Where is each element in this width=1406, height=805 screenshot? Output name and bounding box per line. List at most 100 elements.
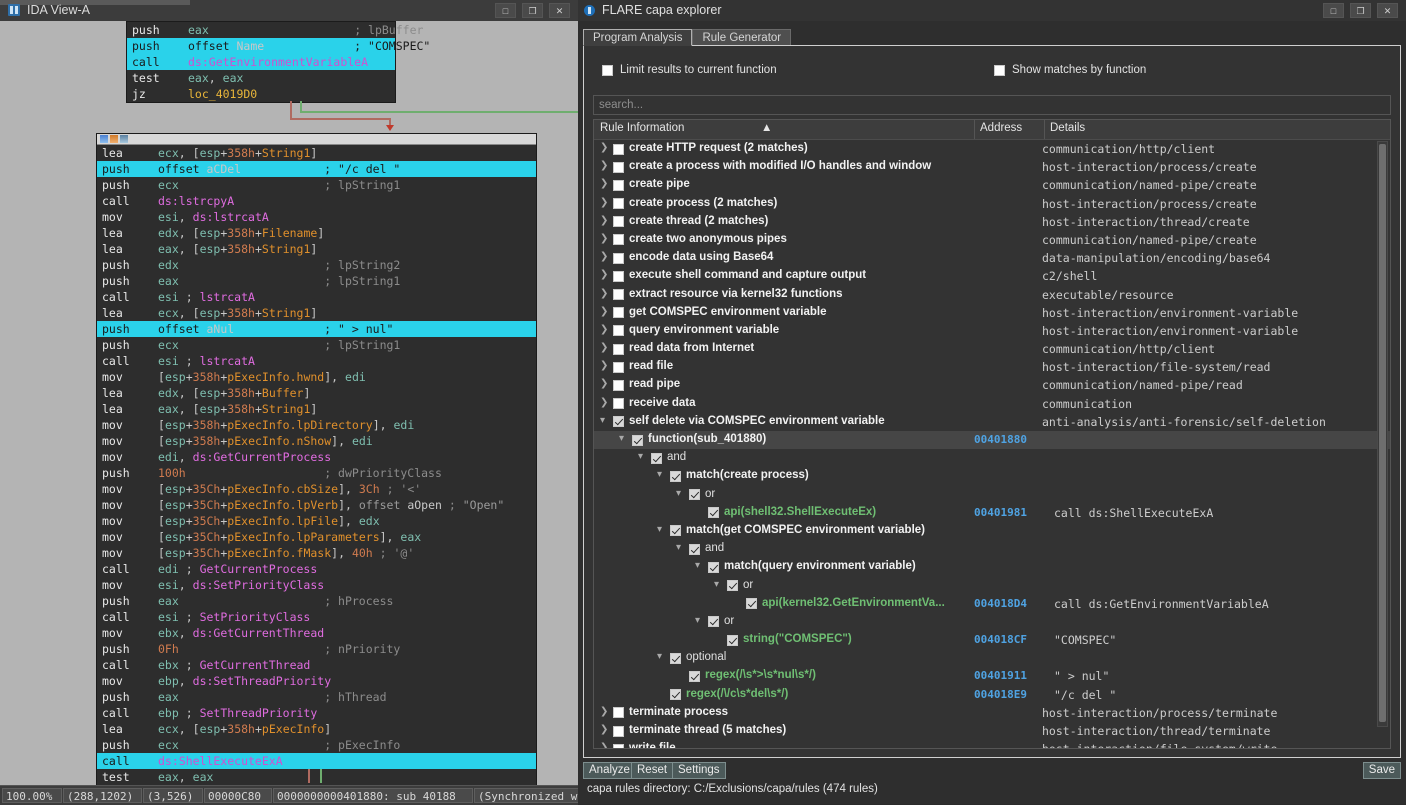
chevron-right-icon[interactable]: ❯ (600, 160, 608, 171)
limit-results-checkbox[interactable]: Limit results to current function (602, 64, 777, 76)
chevron-down-icon[interactable]: ▾ (676, 542, 681, 553)
chevron-right-icon[interactable]: ❯ (600, 197, 608, 208)
search-input[interactable]: search... (593, 95, 1391, 115)
row-checkbox[interactable] (689, 489, 700, 501)
chevron-down-icon[interactable]: ▾ (695, 615, 700, 626)
row-checkbox[interactable] (613, 325, 624, 337)
row-checkbox[interactable] (613, 343, 624, 355)
reset-button[interactable]: Reset (631, 762, 674, 779)
row-checkbox[interactable] (708, 561, 719, 573)
save-button[interactable]: Save (1362, 762, 1401, 779)
chevron-right-icon[interactable]: ❯ (600, 269, 608, 280)
row-checkbox[interactable] (670, 525, 681, 537)
column-header-rule-information[interactable]: Rule Information (600, 122, 684, 134)
row-checkbox[interactable] (727, 634, 738, 646)
row-checkbox[interactable] (613, 379, 624, 391)
table-row[interactable]: ▾ and (594, 449, 1390, 467)
column-header-details[interactable]: Details (1050, 122, 1085, 134)
row-checkbox[interactable] (613, 707, 624, 719)
row-checkbox[interactable] (689, 670, 700, 682)
chevron-down-icon[interactable]: ▾ (657, 651, 662, 662)
row-checkbox[interactable] (613, 270, 624, 282)
row-checkbox[interactable] (670, 652, 681, 664)
table-row[interactable]: ▾ or (594, 613, 1390, 631)
row-checkbox[interactable] (613, 398, 624, 410)
header-divider-1[interactable] (974, 120, 975, 139)
table-row[interactable]: ❯ create pipe communication/named-pipe/cre… (594, 176, 1390, 194)
table-row[interactable]: ❯ write file host-interaction/file-system/… (594, 740, 1390, 748)
table-row[interactable]: ❯ get COMSPEC environment variable host-in… (594, 304, 1390, 322)
table-row[interactable]: ▾ or (594, 486, 1390, 504)
ida-restore-button[interactable]: □ (495, 3, 516, 18)
chevron-right-icon[interactable]: ❯ (600, 306, 608, 317)
table-row[interactable]: ❯ create two anonymous pipes communication… (594, 231, 1390, 249)
rule-tree-rows[interactable]: ❯ create HTTP request (2 matches) communic… (594, 140, 1390, 748)
table-row[interactable]: regex(/\/c\s*del\s*/) 004018E9 "/c del " (594, 686, 1390, 704)
table-row[interactable]: ▾ and (594, 540, 1390, 558)
row-checkbox[interactable] (613, 234, 624, 246)
row-checkbox[interactable] (613, 289, 624, 300)
row-checkbox[interactable] (613, 143, 624, 155)
chevron-down-icon[interactable]: ▾ (619, 433, 624, 444)
graph-node-main[interactable]: lea ecx, [esp+358h+String1] push offset aC… (96, 133, 537, 785)
row-checkbox[interactable] (632, 434, 643, 446)
table-row[interactable]: ❯ read file host-interaction/file-system/r… (594, 358, 1390, 376)
table-row[interactable]: ▾ optional (594, 649, 1390, 667)
row-checkbox[interactable] (613, 725, 624, 737)
table-row[interactable]: ❯ create HTTP request (2 matches) communic… (594, 140, 1390, 158)
table-row[interactable]: api(kernel32.GetEnvironmentVa... 004018D4… (594, 595, 1390, 613)
chevron-down-icon[interactable]: ▾ (714, 579, 719, 590)
row-checkbox[interactable] (670, 689, 681, 701)
row-checkbox[interactable] (708, 616, 719, 628)
table-row[interactable]: api(shell32.ShellExecuteEx) 00401981 call … (594, 504, 1390, 522)
row-checkbox[interactable] (613, 216, 624, 228)
chevron-right-icon[interactable]: ❯ (600, 215, 608, 226)
row-checkbox[interactable] (613, 179, 624, 191)
table-row[interactable]: ▾ match(get COMSPEC environment variable) (594, 522, 1390, 540)
tab-rule-generator[interactable]: Rule Generator (692, 29, 792, 46)
chevron-down-icon[interactable]: ▾ (638, 451, 643, 462)
chevron-right-icon[interactable]: ❯ (600, 288, 608, 299)
chevron-down-icon[interactable]: ▾ (657, 524, 662, 535)
row-checkbox[interactable] (613, 361, 624, 373)
table-row[interactable]: string("COMSPEC") 004018CF "COMSPEC" (594, 631, 1390, 649)
chevron-right-icon[interactable]: ❯ (600, 342, 608, 353)
row-checkbox[interactable] (746, 598, 757, 610)
table-row[interactable]: ▾ or (594, 577, 1390, 595)
ida-close-button[interactable]: ✕ (549, 3, 570, 18)
chevron-right-icon[interactable]: ❯ (600, 360, 608, 371)
table-row[interactable]: ❯ query environment variable host-interact… (594, 322, 1390, 340)
table-row[interactable]: ❯ execute shell command and capture outpu… (594, 267, 1390, 285)
table-row[interactable]: ▾ function(sub_401880) 00401880 (594, 431, 1390, 450)
table-row[interactable]: ▾ match(create process) (594, 467, 1390, 485)
chevron-right-icon[interactable]: ❯ (600, 178, 608, 189)
chevron-right-icon[interactable]: ❯ (600, 742, 608, 748)
table-row[interactable]: ❯ create thread (2 matches) host-interacti… (594, 213, 1390, 231)
row-checkbox[interactable] (727, 580, 738, 591)
chevron-down-icon[interactable]: ▾ (657, 469, 662, 480)
column-header-address[interactable]: Address (980, 122, 1022, 134)
settings-button[interactable]: Settings (672, 762, 726, 779)
analyze-button[interactable]: Analyze (583, 762, 636, 779)
table-row[interactable]: ❯ create a process with modified I/O hand… (594, 158, 1390, 176)
chevron-right-icon[interactable]: ❯ (600, 397, 608, 408)
table-row[interactable]: ❯ encode data using Base64 data-manipulati… (594, 249, 1390, 267)
table-row[interactable]: ❯ read data from Internet communication/ht… (594, 340, 1390, 358)
chevron-right-icon[interactable]: ❯ (600, 324, 608, 335)
header-divider-2[interactable] (1044, 120, 1045, 139)
ida-graph-canvas[interactable]: push eax ; lpBuffer push offset Name ; "COM… (0, 21, 578, 785)
chevron-right-icon[interactable]: ❯ (600, 233, 608, 244)
table-row[interactable]: regex(/\s*>\s*nul\s*/) 00401911 " > nul" (594, 667, 1390, 685)
chevron-down-icon[interactable]: ▾ (600, 415, 605, 426)
chevron-down-icon[interactable]: ▾ (676, 488, 681, 499)
row-checkbox[interactable] (613, 198, 624, 210)
table-row[interactable]: ❯ create process (2 matches) host-interact… (594, 195, 1390, 213)
rule-tree-scrollbar[interactable] (1377, 141, 1388, 727)
row-checkbox[interactable] (651, 452, 662, 464)
capa-restore-button[interactable]: □ (1323, 3, 1344, 18)
graph-node-top[interactable]: push eax ; lpBuffer push offset Name ; "COM… (126, 21, 430, 103)
table-row[interactable]: ❯ terminate thread (5 matches) host-intera… (594, 722, 1390, 740)
table-row[interactable]: ❯ receive data communication (594, 395, 1390, 413)
table-row[interactable]: ▾ match(query environment variable) (594, 558, 1390, 576)
rule-tree-scrollbar-thumb[interactable] (1379, 144, 1386, 722)
